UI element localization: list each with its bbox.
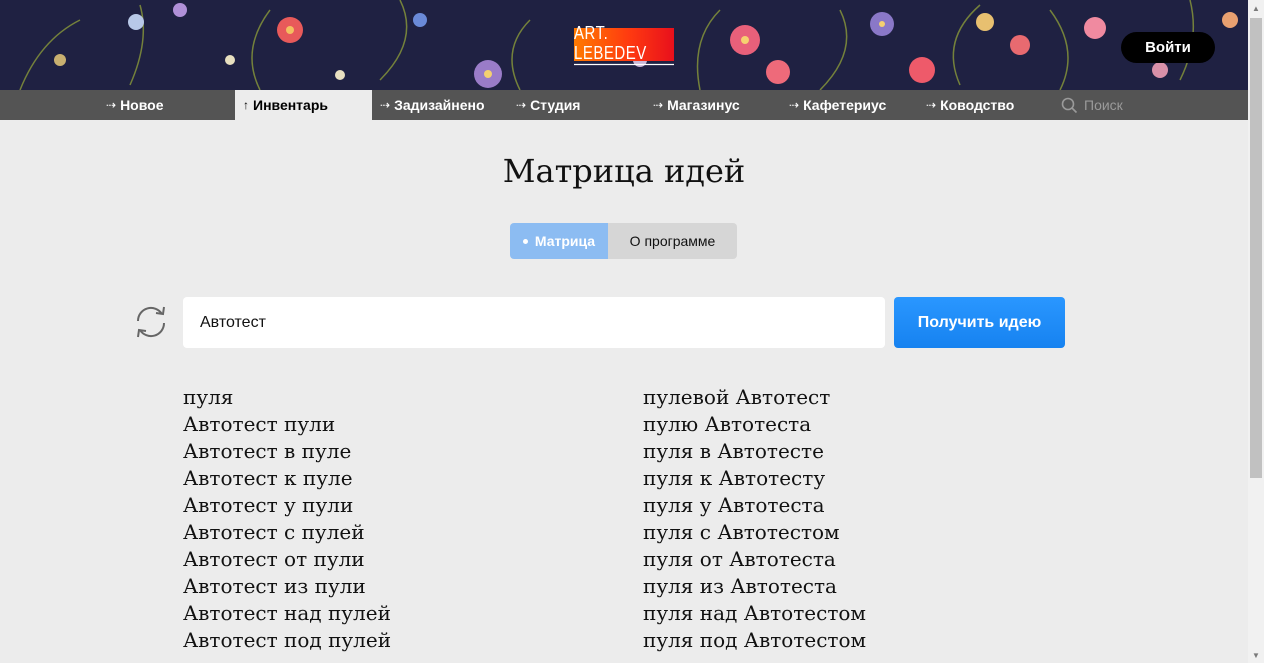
- arrow-right-icon: ⇢: [653, 98, 664, 112]
- arrow-right-icon: ⇢: [926, 98, 937, 112]
- logo-text: ART. LEBEDEV: [574, 23, 674, 66]
- page-scrollbar[interactable]: ▲ ▼: [1248, 0, 1264, 663]
- header-banner: ART. LEBEDEV Войти: [0, 0, 1248, 90]
- idea-item[interactable]: пуля у Автотеста: [643, 492, 866, 519]
- main-navigation: ⇢ Новое ↑ Инвентарь ⇢ Задизайнено ⇢ Студ…: [0, 90, 1248, 120]
- arrow-up-icon: ↑: [243, 98, 249, 112]
- nav-item-label: Магазинус: [667, 97, 740, 113]
- nav-item-magazinus[interactable]: ⇢ Магазинус: [653, 90, 740, 120]
- tab-label: Матрица: [534, 233, 596, 249]
- art-lebedev-logo[interactable]: ART. LEBEDEV: [574, 23, 674, 66]
- idea-item[interactable]: Автотест к пуле: [183, 465, 391, 492]
- idea-item[interactable]: Автотест над пулей: [183, 600, 391, 627]
- idea-item[interactable]: Автотест под пулей: [183, 627, 391, 654]
- nav-item-label: Задизайнено: [394, 97, 485, 113]
- idea-item[interactable]: пулевой Автотест: [643, 384, 866, 411]
- idea-item[interactable]: Автотест у пули: [183, 492, 391, 519]
- nav-item-kafeterius[interactable]: ⇢ Кафетериус: [789, 90, 886, 120]
- idea-item[interactable]: Автотест из пули: [183, 573, 391, 600]
- nav-search-label: Поиск: [1084, 97, 1123, 113]
- idea-item[interactable]: пуля в Автотесте: [643, 438, 866, 465]
- scrollbar-thumb[interactable]: [1250, 18, 1262, 478]
- nav-item-inventar[interactable]: ↑ Инвентарь: [235, 90, 372, 120]
- search-icon: [1061, 97, 1078, 113]
- nav-item-label: Студия: [530, 97, 581, 113]
- idea-item[interactable]: пуля над Автотестом: [643, 600, 866, 627]
- idea-item[interactable]: пуля от Автотеста: [643, 546, 866, 573]
- scroll-down-icon[interactable]: ▼: [1248, 647, 1264, 663]
- tab-about[interactable]: О программе: [608, 223, 737, 259]
- idea-item[interactable]: Автотест пули: [183, 411, 391, 438]
- nav-item-label: Кафетериус: [803, 97, 887, 113]
- active-dot-icon: [522, 238, 528, 244]
- idea-item[interactable]: пуля под Автотестом: [643, 627, 866, 654]
- tab-matrix[interactable]: Матрица: [510, 223, 608, 259]
- idea-item[interactable]: пуля: [183, 384, 391, 411]
- page-title: Матрица идей: [502, 152, 746, 190]
- idea-item[interactable]: пуля к Автотесту: [643, 465, 866, 492]
- get-idea-button[interactable]: Получить идею: [894, 297, 1065, 348]
- ideas-list-left: пуля Автотест пули Автотест в пуле Автот…: [183, 384, 391, 654]
- arrow-right-icon: ⇢: [106, 98, 117, 112]
- nav-item-label: Ководство: [940, 97, 1015, 113]
- idea-item[interactable]: Автотест от пули: [183, 546, 391, 573]
- nav-item-label: Инвентарь: [253, 97, 328, 113]
- scroll-up-icon[interactable]: ▲: [1248, 0, 1264, 16]
- idea-item[interactable]: пуля с Автотестом: [643, 519, 866, 546]
- idea-item[interactable]: пуля из Автотеста: [643, 573, 866, 600]
- nav-item-novoe[interactable]: ⇢ Новое: [106, 90, 163, 120]
- arrow-right-icon: ⇢: [380, 98, 391, 112]
- tab-label: О программе: [629, 233, 716, 249]
- view-tabs: Матрица О программе: [510, 223, 737, 259]
- ideas-list-right: пулевой Автотест пулю Автотеста пуля в А…: [643, 384, 866, 654]
- login-button[interactable]: Войти: [1121, 32, 1215, 63]
- nav-item-kovodstvo[interactable]: ⇢ Ководство: [926, 90, 1014, 120]
- idea-item[interactable]: пулю Автотеста: [643, 411, 866, 438]
- refresh-icon[interactable]: [132, 303, 170, 341]
- arrow-right-icon: ⇢: [516, 98, 527, 112]
- nav-item-zadizaineno[interactable]: ⇢ Задизайнено: [380, 90, 485, 120]
- nav-item-studia[interactable]: ⇢ Студия: [516, 90, 580, 120]
- arrow-right-icon: ⇢: [789, 98, 800, 112]
- idea-item[interactable]: Автотест с пулей: [183, 519, 391, 546]
- idea-search-input[interactable]: [183, 297, 885, 348]
- idea-item[interactable]: Автотест в пуле: [183, 438, 391, 465]
- nav-item-label: Новое: [120, 97, 164, 113]
- nav-search[interactable]: Поиск: [1061, 90, 1123, 120]
